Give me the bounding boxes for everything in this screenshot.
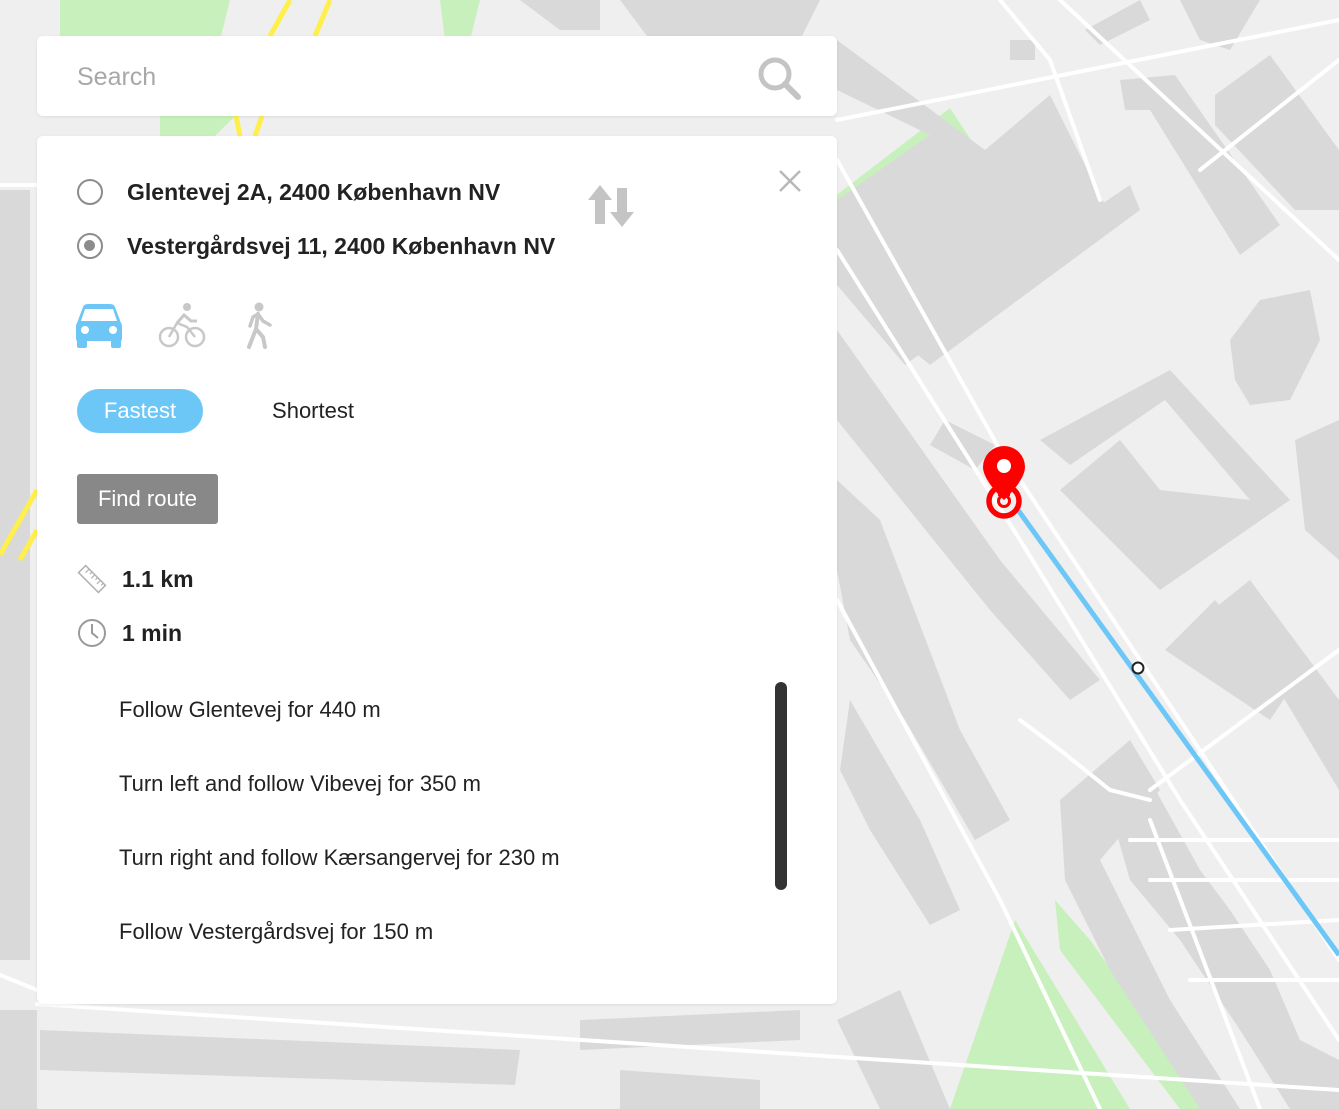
mode-car-button[interactable] (73, 301, 125, 351)
search-input[interactable] (75, 58, 739, 96)
origin-label: Glentevej 2A, 2400 København NV (127, 178, 501, 205)
origin-row[interactable]: Glentevej 2A, 2400 København NV (77, 175, 500, 209)
close-button[interactable] (775, 166, 805, 196)
search-button[interactable] (755, 54, 803, 102)
distance-row: 1.1 km (77, 564, 194, 594)
mode-walk-button[interactable] (233, 301, 285, 351)
car-icon (76, 304, 122, 348)
duration-value: 1 min (122, 619, 183, 646)
close-icon (779, 170, 801, 192)
route-waypoint-marker[interactable] (1131, 661, 1145, 675)
bicycle-icon (158, 303, 206, 348)
destination-radio[interactable] (77, 233, 103, 259)
shortest-option-button[interactable]: Shortest (251, 389, 375, 433)
destination-row[interactable]: Vestergårdsvej 11, 2400 København NV (77, 229, 555, 263)
direction-step: Follow Glentevej for 440 m (119, 697, 381, 722)
fastest-option-button[interactable]: Fastest (77, 389, 203, 433)
distance-value: 1.1 km (122, 565, 194, 592)
mode-bicycle-button[interactable] (157, 301, 209, 351)
pedestrian-icon (247, 302, 272, 349)
origin-radio[interactable] (77, 179, 103, 205)
directions-scrollbar[interactable] (775, 682, 787, 890)
direction-step: Turn left and follow Vibevej for 350 m (119, 771, 481, 796)
search-bar (37, 36, 837, 116)
duration-row: 1 min (77, 618, 182, 648)
swap-locations-button[interactable] (587, 182, 635, 230)
find-route-button[interactable]: Find route (77, 474, 218, 524)
search-icon (758, 57, 801, 100)
swap-arrows-icon (588, 185, 634, 227)
direction-step: Turn right and follow Kærsangervej for 2… (119, 845, 560, 870)
ruler-icon (77, 564, 107, 594)
destination-label: Vestergårdsvej 11, 2400 København NV (127, 232, 556, 259)
route-panel: Glentevej 2A, 2400 København NV Vestergå… (37, 136, 837, 1004)
direction-step: Follow Vestergårdsvej for 150 m (119, 919, 434, 944)
clock-icon (78, 619, 106, 647)
